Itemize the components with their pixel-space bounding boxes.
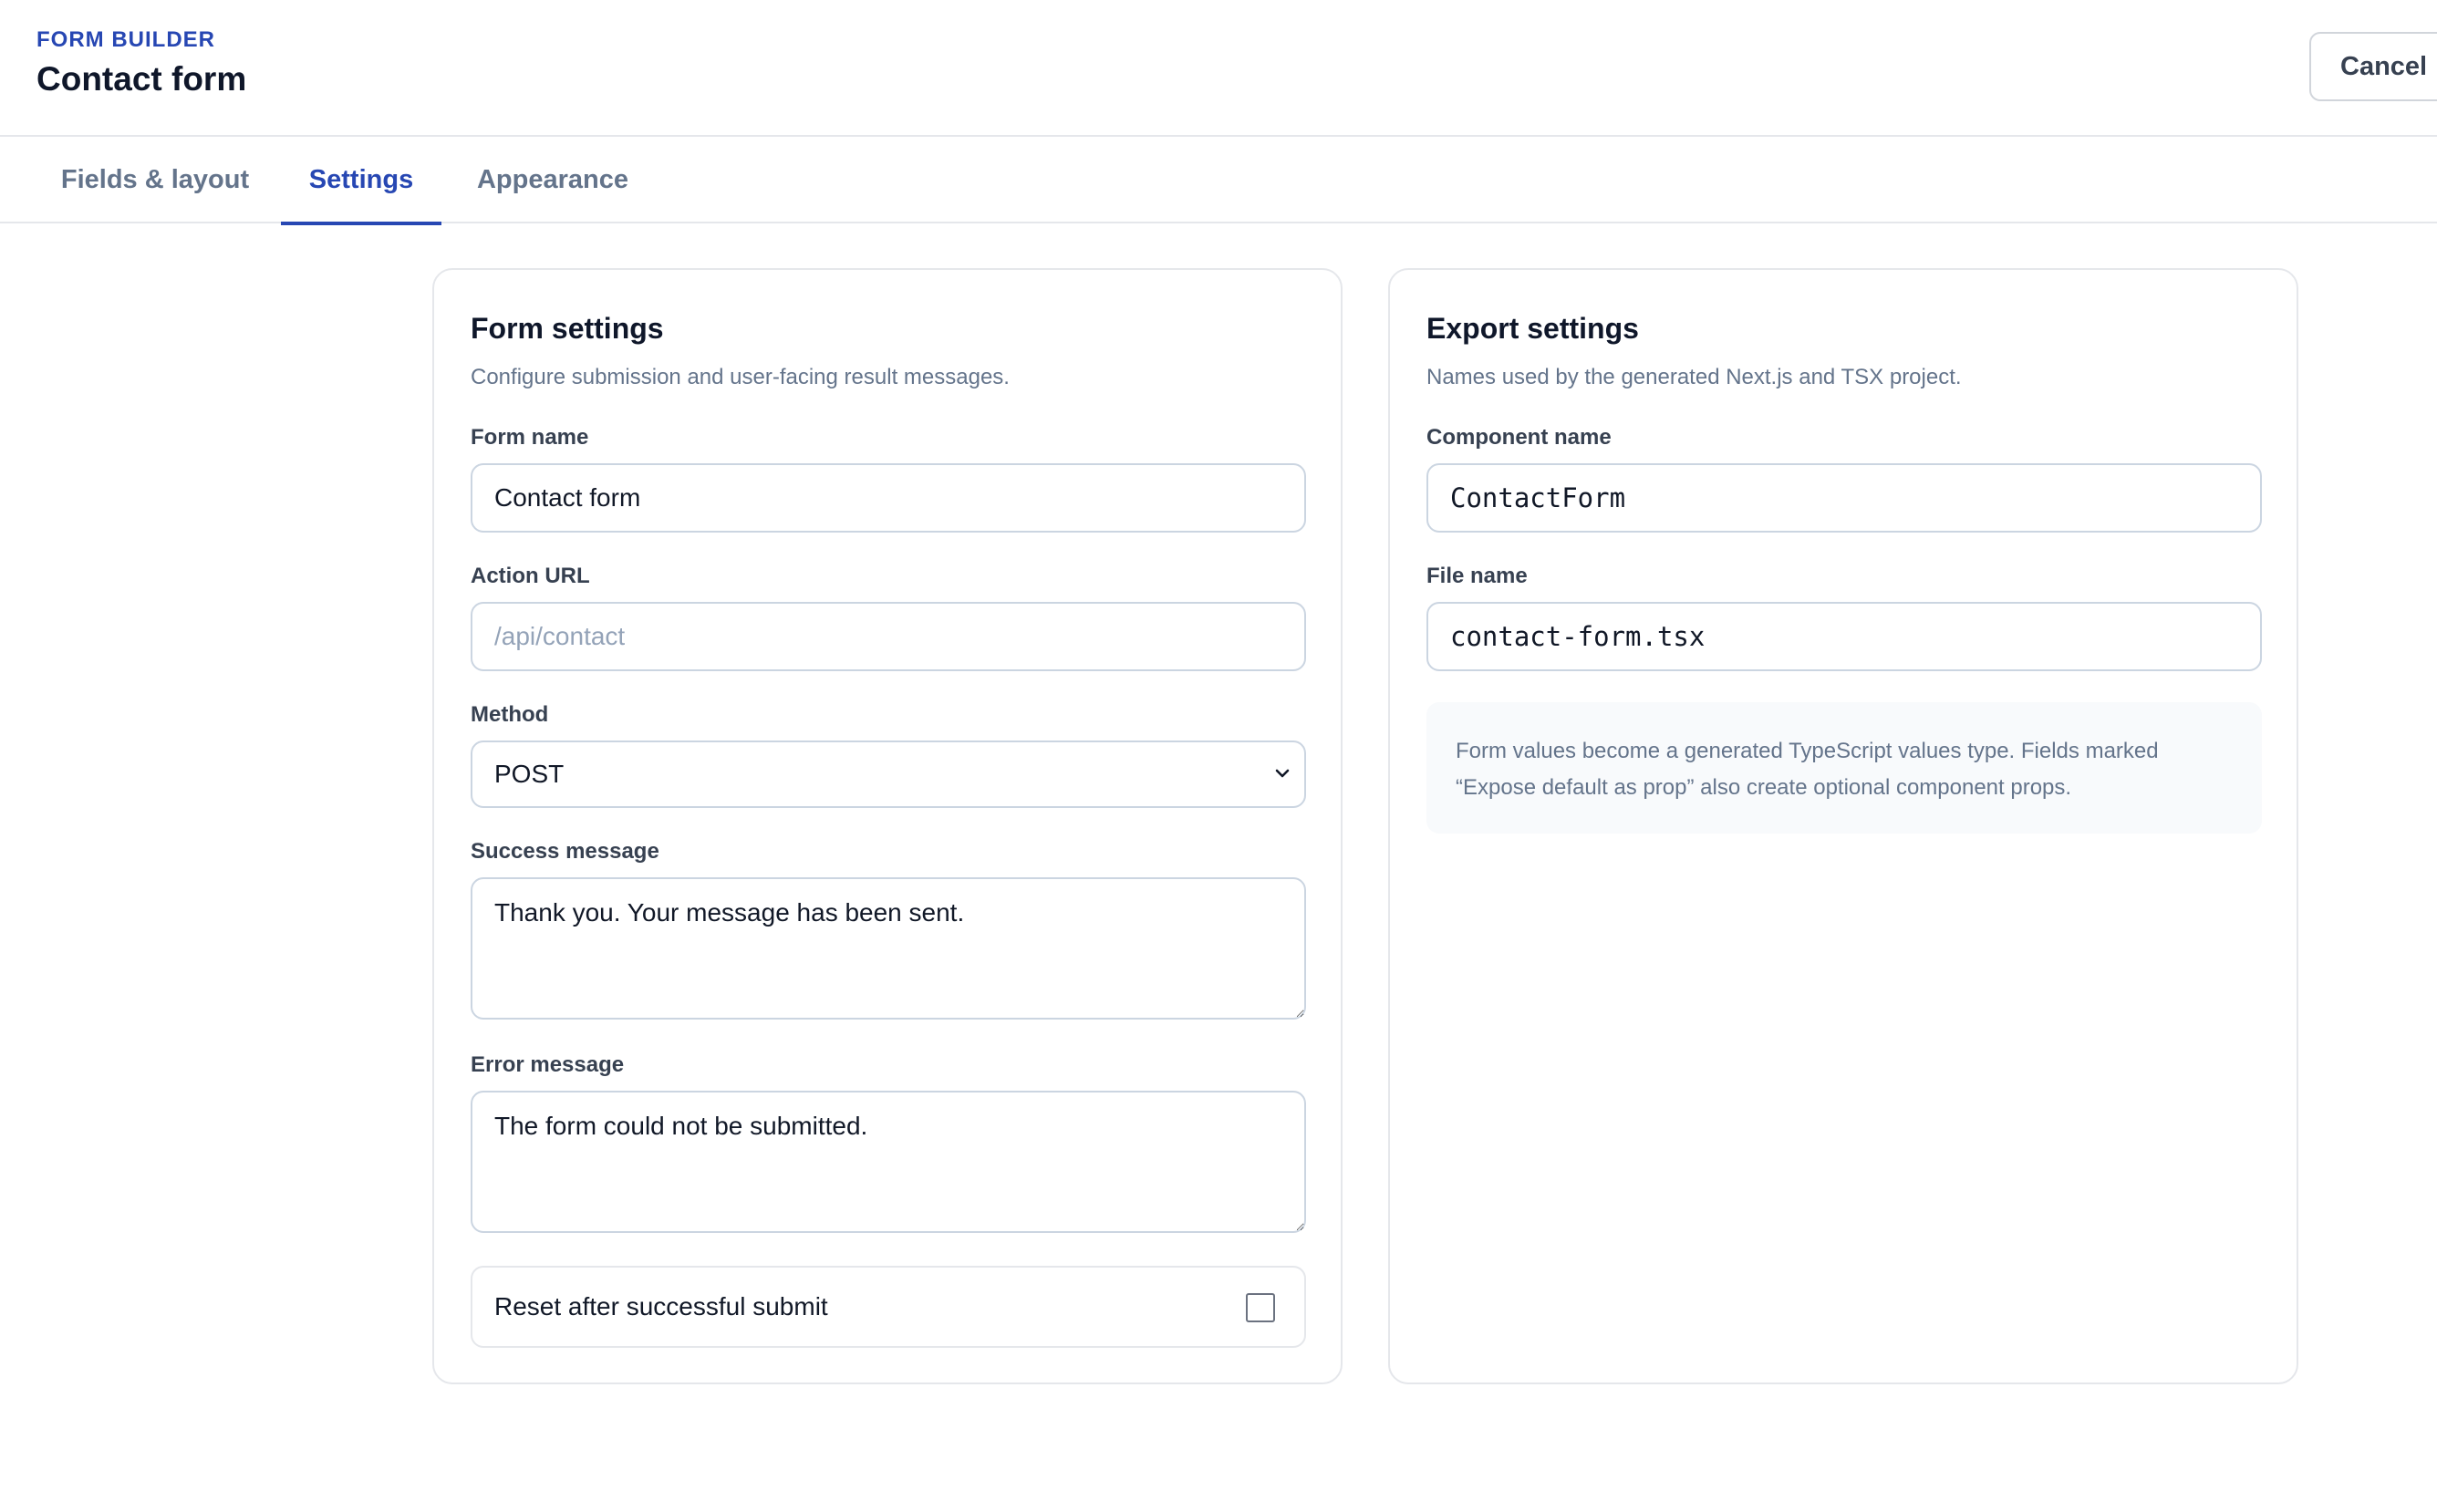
export-settings-card: Export settings Names used by the genera… (1388, 268, 2298, 1384)
tab-bar: Fields & layout Settings Appearance (0, 138, 2437, 225)
method-select[interactable]: POST (471, 740, 1306, 808)
form-settings-card: Form settings Configure submission and u… (432, 268, 1343, 1384)
reset-after-submit-checkbox[interactable] (1246, 1293, 1275, 1322)
success-message-textarea[interactable]: Thank you. Your message has been sent. (471, 877, 1306, 1020)
info-note-line: “Expose default as prop” also create opt… (1456, 775, 2072, 800)
action-url-input[interactable] (471, 602, 1306, 671)
file-name-input[interactable] (1426, 602, 2262, 671)
tab-settings[interactable]: Settings (281, 138, 441, 225)
form-settings-title: Form settings (471, 312, 664, 345)
app-eyebrow: FORM BUILDER (36, 27, 215, 52)
export-settings-title: Export settings (1426, 312, 1639, 345)
form-name-label: Form name (471, 425, 589, 450)
export-info-note: Form values become a generated TypeScrip… (1426, 702, 2262, 834)
form-settings-description: Configure submission and user-facing res… (471, 365, 1010, 389)
cancel-button[interactable]: Cancel (2309, 32, 2437, 101)
action-url-label: Action URL (471, 564, 590, 588)
file-name-label: File name (1426, 564, 1528, 588)
form-name-input[interactable] (471, 463, 1306, 533)
reset-after-submit-row[interactable]: Reset after successful submit (471, 1266, 1306, 1348)
tab-appearance[interactable]: Appearance (452, 138, 653, 223)
export-settings-description: Names used by the generated Next.js and … (1426, 365, 1962, 389)
reset-after-submit-label: Reset after successful submit (494, 1292, 828, 1320)
method-label: Method (471, 702, 549, 727)
chevron-down-icon (1275, 769, 1290, 778)
page-title: Contact form (36, 60, 247, 98)
tab-fields-layout[interactable]: Fields & layout (36, 138, 274, 223)
component-name-input[interactable] (1426, 463, 2262, 533)
method-select-value: POST (494, 760, 565, 788)
success-message-label: Success message (471, 839, 659, 864)
page-header: FORM BUILDER Contact form Cancel (0, 0, 2437, 137)
error-message-label: Error message (471, 1052, 625, 1077)
component-name-label: Component name (1426, 425, 1612, 450)
error-message-textarea[interactable]: The form could not be submitted. (471, 1091, 1306, 1233)
info-note-line: Form values become a generated TypeScrip… (1456, 739, 2159, 763)
